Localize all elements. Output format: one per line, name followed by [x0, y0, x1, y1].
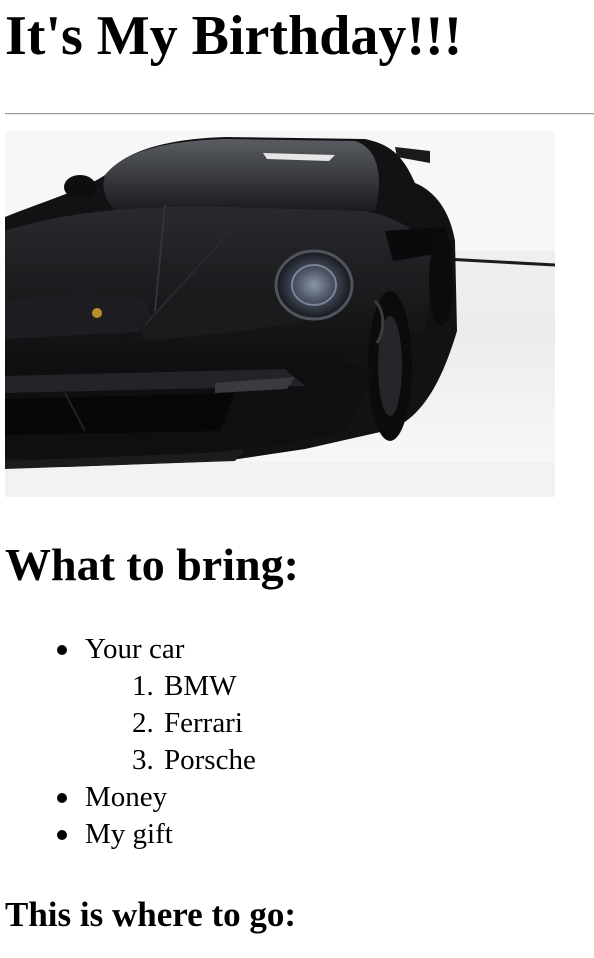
list-item-label: BMW	[164, 670, 237, 702]
page-title: It's My Birthday!!!	[5, 5, 463, 67]
list-item-label: Money	[85, 781, 168, 813]
list-item: 3. Porsche	[132, 742, 594, 779]
car-brand-list: 1. BMW 2. Ferrari 3. Porsche	[85, 668, 594, 779]
bring-list: Your car 1. BMW 2. Ferrari 3. Porsche Mo…	[5, 631, 594, 853]
list-item: Your car 1. BMW 2. Ferrari 3. Porsche	[57, 631, 594, 779]
page: It's My Birthday!!! What to bring: Your …	[0, 0, 594, 937]
list-item: 2. Ferrari	[132, 705, 594, 742]
list-item-label: My gift	[85, 818, 173, 850]
list-number: 2.	[132, 707, 154, 739]
list-item: My gift	[57, 816, 594, 853]
list-item: 1. BMW	[132, 668, 594, 705]
divider	[5, 113, 594, 115]
list-item-label: Porsche	[164, 744, 256, 776]
list-number: 3.	[132, 744, 154, 776]
what-to-bring-heading: What to bring:	[5, 539, 299, 590]
disc-bullet-icon	[57, 830, 67, 840]
where-to-go-heading: This is where to go:	[5, 895, 297, 934]
list-item-label: Your car	[85, 633, 185, 665]
disc-bullet-icon	[57, 793, 67, 803]
list-item-label: Ferrari	[164, 707, 243, 739]
disc-bullet-icon	[57, 645, 67, 655]
list-number: 1.	[132, 670, 154, 702]
car-image	[5, 131, 555, 497]
list-item: Money	[57, 779, 594, 816]
